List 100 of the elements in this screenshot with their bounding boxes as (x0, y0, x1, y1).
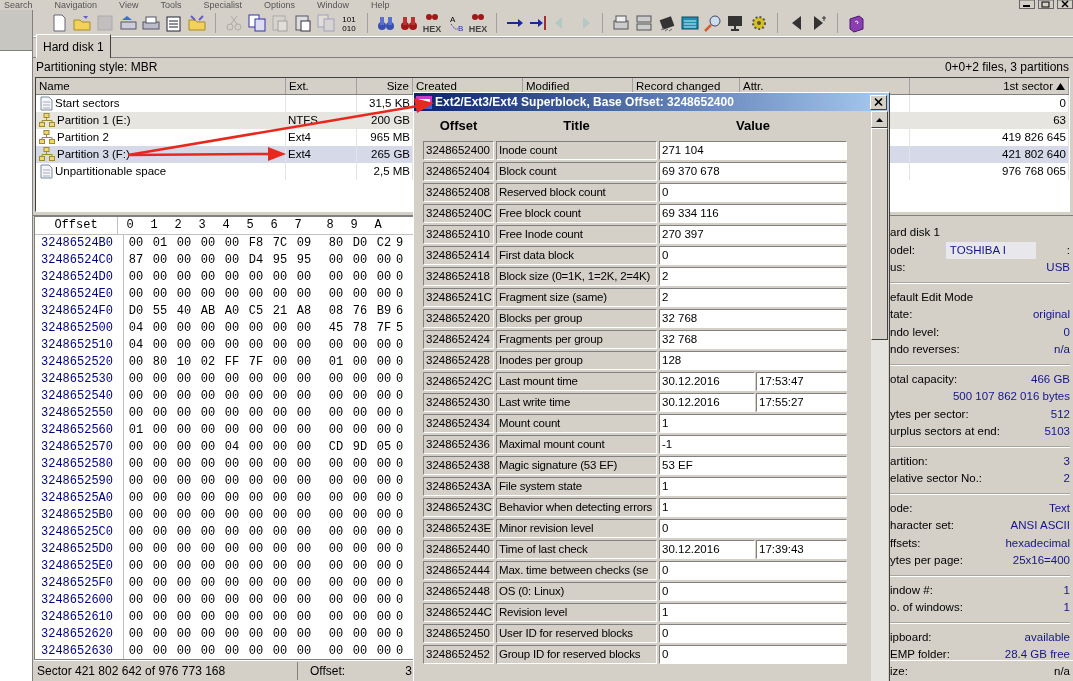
title-cell: Group ID for reserved blocks (496, 645, 657, 664)
column-header: 4 (221, 217, 231, 234)
column-header: 8 (325, 217, 335, 234)
info-value: 512 (1050, 406, 1070, 422)
title-cell: Block count (496, 162, 657, 181)
table-cell: 421 802 640 (1002, 148, 1066, 160)
offset-label: 3248652600 (35, 592, 124, 609)
offset-cell: 324865241C (423, 288, 494, 307)
file-count-label: 0+0+2 files, 3 partitions (944, 59, 1069, 74)
offset-label: 3248652560 (35, 422, 124, 439)
offset-cell: 324865243C (423, 498, 494, 517)
info-label: EMP folder: (890, 647, 950, 660)
title-cell: Reserved block count (496, 183, 657, 202)
title-cell: Free block count (496, 204, 657, 223)
sector-label: Sector 421 802 642 of 976 773 168 (37, 664, 227, 678)
offset-cell: 324865243A (423, 477, 494, 496)
table-cell: 419 826 645 (1002, 131, 1066, 143)
column-header: 0 (125, 217, 135, 234)
info-label: ndo reverses: (890, 342, 960, 357)
title-cell: Inodes per group (496, 351, 657, 370)
info-value: n/a (1054, 342, 1070, 357)
offset-label: Offset: (310, 664, 346, 678)
info-value: 466 GB (1031, 371, 1070, 387)
table-cell: 965 MB (370, 131, 410, 143)
column-header: 3 (197, 217, 207, 234)
title-cell: Last mount time (496, 372, 657, 391)
title-cell: Mount count (496, 414, 657, 433)
offset-label: 32486524C0 (35, 252, 124, 269)
info-value: 28.4 GB free (1004, 647, 1070, 660)
offset-cell: 324865243E (423, 519, 494, 538)
info-value: TOSHIBA I (945, 241, 1036, 259)
offset-label: 32486525D0 (35, 541, 124, 558)
title-cell: OS (0: Linux) (496, 582, 657, 601)
info-value: ANSI ASCII (1010, 518, 1070, 533)
column-header: 5 (245, 217, 255, 234)
info-label: urplus sectors at end: (890, 424, 1000, 439)
offset-label: 3248652620 (35, 626, 124, 643)
offset-cell: 324865244C (423, 603, 494, 622)
info-value: 3 (1063, 453, 1070, 469)
table-cell: 2,5 MB (373, 165, 410, 177)
offset-label: 32486525F0 (35, 575, 124, 592)
info-label: ode: (890, 500, 913, 516)
title-cell: Inode count (496, 141, 657, 160)
section-heading: efault Edit Mode (890, 289, 974, 305)
offset-cell: 3248652400 (423, 141, 494, 160)
table-cell: 976 768 065 (1002, 165, 1066, 177)
table-cell: 31,5 KB (369, 97, 410, 109)
info-label: ytes per page: (890, 553, 963, 568)
column-header: 1 (149, 217, 159, 234)
offset-label: 3248652500 (35, 320, 124, 337)
offset-cell: 324865242C (423, 372, 494, 391)
info-label: odel: (890, 242, 915, 258)
title-cell: Behavior when detecting errors (496, 498, 657, 517)
title-cell: Fragments per group (496, 330, 657, 349)
offset-label: 32486525A0 (35, 490, 124, 507)
offset-cell: 3248652448 (423, 582, 494, 601)
table-cell-text: Unpartitionable space (55, 164, 167, 179)
info-value: Text (1048, 500, 1070, 516)
info-label: artition: (890, 453, 928, 469)
title-cell: Time of last check (496, 540, 657, 559)
info-label: ndo level: (890, 324, 940, 340)
info-label: us: (890, 260, 906, 275)
offset-cell: 3248652420 (423, 309, 494, 328)
info-value: 500 107 862 016 bytes (952, 389, 1070, 404)
table-cell: 0 (1059, 97, 1066, 109)
table-cell-text: Partition 2 (57, 130, 109, 145)
info-label: indow #: (890, 582, 933, 598)
table-cell: 63 (1053, 114, 1066, 126)
offset-label: 32486524E0 (35, 286, 124, 303)
info-label: tate: (890, 307, 913, 322)
offset-cell: 3248652404 (423, 162, 494, 181)
table-cell: Ext4 (288, 148, 311, 160)
offset-cell: 3248652436 (423, 435, 494, 454)
info-value: : (1066, 242, 1070, 258)
dialog-title: Ext2/Ext3/Ext4 Superblock, Base Offset: 3248652400 (435, 95, 735, 109)
info-value: 5103 (1044, 424, 1070, 439)
column-header: Offset (35, 217, 118, 234)
offset-cell: 3248652410 (423, 225, 494, 244)
title-cell: First data block (496, 246, 657, 265)
table-cell: 200 GB (371, 114, 410, 126)
info-label: ize: (890, 665, 908, 677)
column-header: 2 (173, 217, 183, 234)
info-value: 0 (1063, 324, 1070, 340)
offset-cell: 3248652452 (423, 645, 494, 664)
offset-value: 3 (405, 664, 412, 678)
offset-cell: 3248652428 (423, 351, 494, 370)
info-label: ytes per sector: (890, 406, 969, 422)
offset-cell: 3248652434 (423, 414, 494, 433)
info-label: otal capacity: (890, 371, 958, 387)
offset-label: 32486524F0 (35, 303, 124, 320)
title-cell: Max. time between checks (se (496, 561, 657, 580)
offset-label: 3248652590 (35, 473, 124, 490)
title-cell: Revision level (496, 603, 657, 622)
offset-cell: 324865240C (423, 204, 494, 223)
column-header: 6 (269, 217, 279, 234)
offset-label: 3248652510 (35, 337, 124, 354)
offset-label: 32486525B0 (35, 507, 124, 524)
partition-style-label: Partitioning style: MBR (36, 59, 158, 74)
column-header: 9 (349, 217, 359, 234)
offset-label: 32486524B0 (35, 235, 124, 252)
